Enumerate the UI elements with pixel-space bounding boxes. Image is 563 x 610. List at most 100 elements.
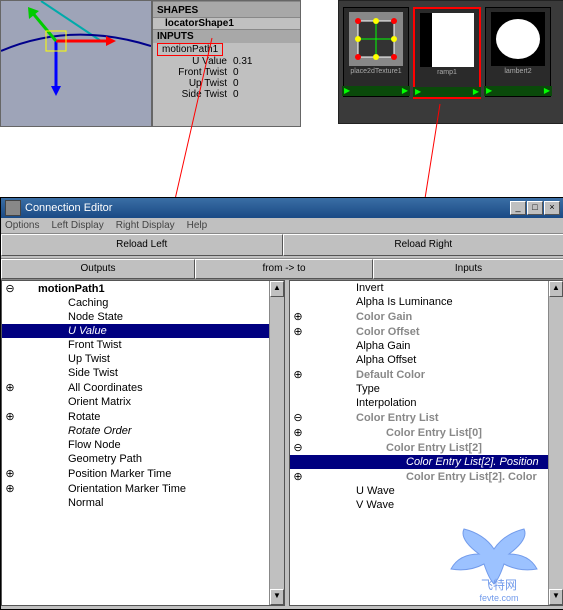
item-label: U Wave xyxy=(306,485,395,497)
item-label: Caching xyxy=(18,297,108,309)
item-label: Normal xyxy=(18,497,103,509)
list-item[interactable]: Interpolation xyxy=(290,396,563,410)
motion-path-node[interactable]: motionPath1 xyxy=(153,43,300,56)
scrollbar-vertical[interactable]: ▲ ▼ xyxy=(269,281,284,605)
item-label: Up Twist xyxy=(18,353,110,365)
list-item[interactable]: Caching xyxy=(2,296,284,310)
list-item[interactable]: Alpha Is Luminance xyxy=(290,295,563,309)
in-arrow-icon[interactable]: ▶ xyxy=(415,87,421,97)
list-item[interactable]: Color Entry List[2]. Position xyxy=(290,455,563,469)
scroll-up-icon[interactable]: ▲ xyxy=(549,281,563,297)
item-label: Alpha Is Luminance xyxy=(306,296,453,308)
list-item[interactable]: V Wave xyxy=(290,498,563,512)
up-twist-row[interactable]: Up Twist0 xyxy=(153,78,300,89)
list-item[interactable]: Alpha Offset xyxy=(290,353,563,367)
expand-icon[interactable]: ⊕ xyxy=(2,410,18,423)
side-twist-row[interactable]: Side Twist0 xyxy=(153,89,300,100)
reload-left-button[interactable]: Reload Left xyxy=(1,234,283,256)
list-item[interactable]: ⊖Color Entry List[2] xyxy=(290,440,563,455)
locator-shape-row[interactable]: locatorShape1 xyxy=(153,18,300,29)
reload-right-button[interactable]: Reload Right xyxy=(283,234,563,256)
list-item[interactable]: ⊕Color Gain xyxy=(290,309,563,324)
ramp-thumb xyxy=(420,13,474,67)
list-item[interactable]: Side Twist xyxy=(2,366,284,380)
place2d-thumb xyxy=(349,12,403,66)
list-item[interactable]: Up Twist xyxy=(2,352,284,366)
expand-icon[interactable]: ⊕ xyxy=(290,310,306,323)
expand-icon[interactable]: ⊕ xyxy=(290,325,306,338)
expand-icon[interactable]: ⊕ xyxy=(2,467,18,480)
item-label: Position Marker Time xyxy=(18,468,171,480)
front-twist-row[interactable]: Front Twist0 xyxy=(153,67,300,78)
list-item[interactable]: Alpha Gain xyxy=(290,339,563,353)
outputs-header: Outputs xyxy=(1,259,195,279)
expand-icon[interactable]: ⊕ xyxy=(2,482,18,495)
list-item[interactable]: ⊕Color Entry List[0] xyxy=(290,425,563,440)
scrollbar-vertical[interactable]: ▲ ▼ xyxy=(548,281,563,605)
shader-lambert[interactable]: lambert2 ▶▶ xyxy=(485,7,551,97)
minimize-button[interactable]: _ xyxy=(510,201,526,215)
item-label: Color Entry List[2]. Position xyxy=(306,456,539,468)
list-item[interactable]: Geometry Path xyxy=(2,452,284,466)
title-bar[interactable]: Connection Editor _ □ × xyxy=(1,198,563,218)
viewport-3d[interactable] xyxy=(0,0,152,127)
u-value-row[interactable]: U Value0.31 xyxy=(153,56,300,67)
list-item[interactable]: Type xyxy=(290,382,563,396)
item-label: Color Entry List xyxy=(306,412,439,424)
shader-place2dtexture[interactable]: place2dTexture1 ▶▶ xyxy=(343,7,409,97)
list-item[interactable]: ⊖motionPath1 xyxy=(2,281,284,296)
expand-icon[interactable]: ⊕ xyxy=(2,381,18,394)
list-item[interactable]: ⊕Rotate xyxy=(2,409,284,424)
list-item[interactable]: ⊕Position Marker Time xyxy=(2,466,284,481)
scroll-down-icon[interactable]: ▼ xyxy=(270,589,284,605)
channel-box: SHAPES locatorShape1 INPUTS motionPath1 … xyxy=(152,0,301,127)
collapse-icon[interactable]: ⊖ xyxy=(290,441,306,454)
list-item[interactable]: Invert xyxy=(290,281,563,295)
list-item[interactable]: Node State xyxy=(2,310,284,324)
list-item[interactable]: Flow Node xyxy=(2,438,284,452)
list-item[interactable]: Front Twist xyxy=(2,338,284,352)
list-item[interactable]: ⊕All Coordinates xyxy=(2,380,284,395)
hypershade-panel[interactable]: place2dTexture1 ▶▶ ramp1 ▶▶ lambert2 ▶▶ xyxy=(338,0,563,124)
out-arrow-icon[interactable]: ▶ xyxy=(544,86,550,96)
list-item[interactable]: ⊕Orientation Marker Time xyxy=(2,481,284,496)
expand-icon[interactable]: ⊕ xyxy=(290,368,306,381)
app-icon xyxy=(5,200,21,216)
in-arrow-icon[interactable]: ▶ xyxy=(486,86,492,96)
list-item[interactable]: ⊕Default Color xyxy=(290,367,563,382)
item-label: Geometry Path xyxy=(18,453,142,465)
list-item[interactable]: ⊕Color Offset xyxy=(290,324,563,339)
list-item[interactable]: Rotate Order xyxy=(2,424,284,438)
item-label: Color Entry List[2] xyxy=(306,442,482,454)
menu-right-display[interactable]: Right Display xyxy=(116,220,175,231)
close-button[interactable]: × xyxy=(544,201,560,215)
expand-icon[interactable]: ⊕ xyxy=(290,470,306,483)
window-title: Connection Editor xyxy=(25,202,112,214)
outputs-list[interactable]: ⊖motionPath1CachingNode StateU ValueFron… xyxy=(1,280,285,606)
out-arrow-icon[interactable]: ▶ xyxy=(402,86,408,96)
shader-ramp[interactable]: ramp1 ▶▶ xyxy=(413,7,481,99)
collapse-icon[interactable]: ⊖ xyxy=(2,282,18,295)
expand-icon[interactable]: ⊕ xyxy=(290,426,306,439)
menu-left-display[interactable]: Left Display xyxy=(51,220,103,231)
menu-help[interactable]: Help xyxy=(187,220,208,231)
list-item[interactable]: ⊖Color Entry List xyxy=(290,410,563,425)
item-label: Alpha Offset xyxy=(306,354,416,366)
item-label: All Coordinates xyxy=(18,382,143,394)
inputs-list[interactable]: InvertAlpha Is Luminance⊕Color Gain⊕Colo… xyxy=(289,280,563,606)
item-label: Alpha Gain xyxy=(306,340,410,352)
list-item[interactable]: Orient Matrix xyxy=(2,395,284,409)
collapse-icon[interactable]: ⊖ xyxy=(290,411,306,424)
list-item[interactable]: Normal xyxy=(2,496,284,510)
scroll-up-icon[interactable]: ▲ xyxy=(270,281,284,297)
list-item[interactable]: U Value xyxy=(2,324,284,338)
scroll-down-icon[interactable]: ▼ xyxy=(549,589,563,605)
list-item[interactable]: U Wave xyxy=(290,484,563,498)
menu-options[interactable]: Options xyxy=(5,220,39,231)
list-item[interactable]: ⊕Color Entry List[2]. Color xyxy=(290,469,563,484)
item-label: Orientation Marker Time xyxy=(18,483,186,495)
out-arrow-icon[interactable]: ▶ xyxy=(473,87,479,97)
in-arrow-icon[interactable]: ▶ xyxy=(344,86,350,96)
maximize-button[interactable]: □ xyxy=(527,201,543,215)
from-to-button[interactable]: from -> to xyxy=(195,259,373,279)
